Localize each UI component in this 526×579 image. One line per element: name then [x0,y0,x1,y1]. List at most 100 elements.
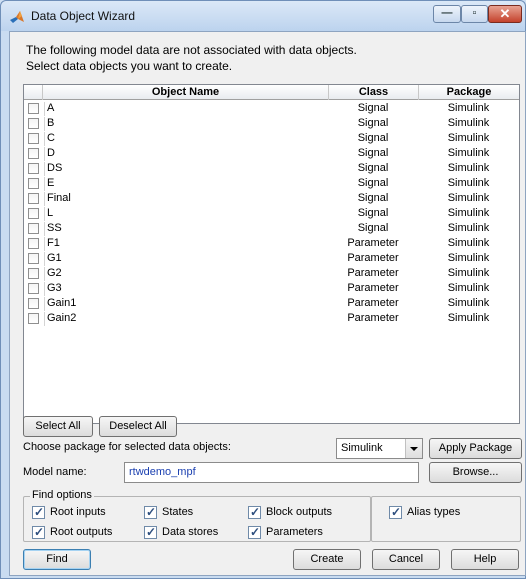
deselect-all-button[interactable]: Deselect All [99,416,177,437]
dialog-window: Data Object Wizard — ▫ ✕ The following m… [0,0,526,579]
package-cell: Simulink [447,177,490,189]
class-cell: Signal [357,177,389,189]
object-name-cell: D [44,147,324,161]
row-checkbox[interactable] [28,223,39,234]
row-checkbox[interactable] [28,193,39,204]
class-cell: Parameter [347,282,399,294]
table-row[interactable]: Gain2 Parameter Simulink [24,311,519,326]
table-row[interactable]: E Signal Simulink [24,176,519,191]
table-row[interactable]: Gain1 Parameter Simulink [24,296,519,311]
object-name-cell: B [44,117,324,131]
table-row[interactable]: A Signal Simulink [24,101,519,116]
browse-button[interactable]: Browse... [429,462,522,483]
table-row[interactable]: G2 Parameter Simulink [24,266,519,281]
package-cell: Simulink [447,132,490,144]
table-row[interactable]: D Signal Simulink [24,146,519,161]
object-name-cell: E [44,177,324,191]
class-cell: Signal [357,207,389,219]
class-cell: Parameter [347,237,399,249]
minimize-icon: — [441,7,453,19]
check-icon: ✓ [144,525,157,539]
root-inputs-label: Root inputs [50,506,106,518]
chevron-down-icon[interactable] [405,439,422,458]
package-select[interactable]: Simulink [336,438,423,459]
row-checkbox[interactable] [28,313,39,324]
row-checkbox[interactable] [28,118,39,129]
dialog-body: The following model data are not associa… [9,31,526,576]
check-icon: ✓ [389,505,402,519]
table-row[interactable]: C Signal Simulink [24,131,519,146]
package-cell: Simulink [447,252,490,264]
block-outputs-label: Block outputs [266,506,333,518]
table-row[interactable]: DS Signal Simulink [24,161,519,176]
package-cell: Simulink [447,282,490,294]
row-checkbox[interactable] [28,148,39,159]
model-name-label: Model name: [23,466,87,478]
header-checkbox-column[interactable] [24,85,42,100]
model-name-field[interactable]: rtwdemo_mpf [124,462,419,483]
class-cell: Signal [357,162,389,174]
row-checkbox[interactable] [28,238,39,249]
row-checkbox[interactable] [28,133,39,144]
class-cell: Parameter [347,312,399,324]
intro-line-1: The following model data are not associa… [26,43,357,57]
table-row[interactable]: SS Signal Simulink [24,221,519,236]
package-cell: Simulink [447,222,490,234]
class-cell: Signal [357,147,389,159]
package-cell: Simulink [447,207,490,219]
cancel-button[interactable]: Cancel [372,549,440,570]
table-row[interactable]: B Signal Simulink [24,116,519,131]
object-name-cell: Gain2 [44,312,324,326]
row-checkbox[interactable] [28,253,39,264]
find-button[interactable]: Find [23,549,91,570]
row-checkbox[interactable] [28,208,39,219]
class-cell: Signal [357,117,389,129]
class-cell: Signal [357,132,389,144]
object-name-cell: Final [44,192,324,206]
row-checkbox[interactable] [28,283,39,294]
table-row[interactable]: F1 Parameter Simulink [24,236,519,251]
object-name-cell: G2 [44,267,324,281]
window-title: Data Object Wizard [31,9,136,23]
package-cell: Simulink [447,297,490,309]
states-label: States [162,506,194,518]
class-cell: Signal [357,102,389,114]
row-checkbox[interactable] [28,178,39,189]
header-class[interactable]: Class [328,85,418,100]
row-checkbox[interactable] [28,103,39,114]
select-all-button[interactable]: Select All [23,416,93,437]
object-name-cell: C [44,132,324,146]
intro-text: The following model data are not associa… [26,42,357,74]
help-button[interactable]: Help [451,549,519,570]
table-row[interactable]: L Signal Simulink [24,206,519,221]
package-cell: Simulink [447,237,490,249]
object-name-cell: F1 [44,237,324,251]
create-button[interactable]: Create [293,549,361,570]
minimize-button[interactable]: — [433,5,461,23]
object-name-cell: A [44,102,324,116]
package-cell: Simulink [447,312,490,324]
close-button[interactable]: ✕ [488,5,522,23]
row-checkbox[interactable] [28,268,39,279]
check-icon: ✓ [32,505,45,519]
header-package[interactable]: Package [418,85,519,100]
table-row[interactable]: Final Signal Simulink [24,191,519,206]
class-cell: Signal [357,192,389,204]
maximize-button[interactable]: ▫ [461,5,488,23]
check-icon: ✓ [248,505,261,519]
title-bar[interactable]: Data Object Wizard — ▫ ✕ [1,1,525,31]
maximize-icon: ▫ [472,7,477,19]
root-outputs-label: Root outputs [50,526,113,538]
table-header: Object Name Class Package [24,85,519,100]
row-checkbox[interactable] [28,298,39,309]
header-object-name[interactable]: Object Name [42,85,328,100]
intro-line-2: Select data objects you want to create. [26,59,233,73]
row-checkbox[interactable] [28,163,39,174]
check-icon: ✓ [144,505,157,519]
package-cell: Simulink [447,117,490,129]
table-row[interactable]: G3 Parameter Simulink [24,281,519,296]
parameters-label: Parameters [266,526,323,538]
table-row[interactable]: G1 Parameter Simulink [24,251,519,266]
package-select-value: Simulink [341,442,383,454]
apply-package-button[interactable]: Apply Package [429,438,522,459]
